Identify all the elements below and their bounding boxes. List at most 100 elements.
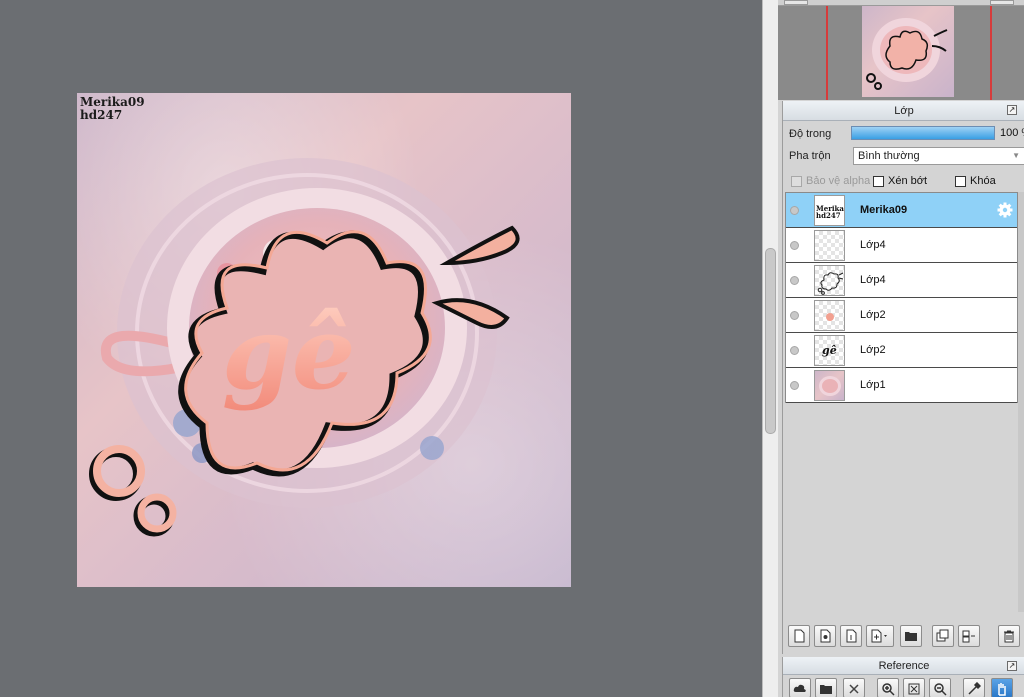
- navigator-panel[interactable]: [778, 0, 1024, 100]
- clipping-checkbox[interactable]: Xén bớt: [873, 174, 927, 188]
- navigator-preview[interactable]: [862, 6, 954, 97]
- new-halftone-layer-button[interactable]: [814, 625, 836, 647]
- layer-thumbnail: [814, 230, 845, 261]
- layer-thumbnail: [814, 370, 845, 401]
- layer-name[interactable]: Lớp2: [860, 309, 886, 321]
- checkbox-box[interactable]: [955, 175, 966, 187]
- zoom-out-button[interactable]: [929, 678, 951, 697]
- blend-mode-label: Pha trộn: [789, 150, 831, 162]
- visibility-toggle-icon[interactable]: [790, 346, 799, 355]
- layer-thumb-color-image: [826, 313, 834, 321]
- reference-panel-title: Reference ↗: [783, 657, 1024, 675]
- canvas-vertical-scrollbar[interactable]: [762, 0, 778, 697]
- layer-row-lop4[interactable]: Lớp4: [786, 228, 1017, 263]
- add-layer-menu-button[interactable]: [866, 625, 894, 647]
- layer-name[interactable]: Lớp1: [860, 379, 886, 391]
- layer-thumb-text: gê: [822, 344, 837, 357]
- right-panel: Lớp ↗ Độ trong 100 % Pha trộn Bình thườn…: [778, 0, 1024, 697]
- layer-row-lop2-color[interactable]: Lớp2: [786, 298, 1017, 333]
- checkbox-box[interactable]: [873, 175, 884, 187]
- navigator-frame-left: [826, 6, 828, 100]
- layer-row-lop4-outline[interactable]: Lớp4: [786, 263, 1017, 298]
- clipping-label: Xén bớt: [888, 175, 928, 187]
- layer-name[interactable]: Lớp4: [860, 274, 886, 286]
- navigator-tab[interactable]: [784, 0, 808, 5]
- new-layer-button[interactable]: [788, 625, 810, 647]
- open-reference-button[interactable]: [815, 678, 837, 697]
- delete-layer-button[interactable]: [998, 625, 1020, 647]
- new-layer-icon: [794, 629, 805, 643]
- upload-reference-button[interactable]: [789, 678, 811, 697]
- opacity-slider[interactable]: [851, 126, 995, 140]
- zoom-in-button[interactable]: [877, 678, 899, 697]
- protect-alpha-label: Bảo vệ alpha: [806, 175, 871, 187]
- reference-panel: Reference ↗: [782, 657, 1024, 697]
- new-folder-button[interactable]: [900, 625, 922, 647]
- delete-layer-icon: [1004, 630, 1014, 643]
- close-icon: [849, 684, 859, 694]
- visibility-toggle-icon[interactable]: [790, 311, 799, 320]
- artwork-canvas[interactable]: gê Merika09 hd247: [77, 93, 571, 587]
- layer-row-lop2-text[interactable]: gê Lớp2: [786, 333, 1017, 368]
- layer-thumb-text-2: hd247: [816, 211, 841, 220]
- hand-icon: [998, 683, 1006, 696]
- layer-list[interactable]: Merika09 hd247 Merika09 L: [785, 192, 1018, 403]
- eyedropper-icon: [968, 682, 981, 695]
- fit-icon: [908, 683, 920, 695]
- new-1bit-layer-button[interactable]: [840, 625, 862, 647]
- opacity-value: 100 %: [1000, 127, 1024, 139]
- watermark-text: Merika09 hd247: [80, 96, 145, 122]
- layer-list-scrollbar[interactable]: [1018, 192, 1024, 612]
- cloud-upload-icon: [793, 684, 806, 692]
- new-halftone-layer-icon: [820, 629, 831, 643]
- layer-row-merika09[interactable]: Merika09 hd247 Merika09: [786, 193, 1017, 228]
- panel-pin-icon[interactable]: ↗: [1007, 105, 1017, 115]
- close-reference-button[interactable]: [843, 678, 865, 697]
- layer-row-lop1[interactable]: Lớp1: [786, 368, 1017, 403]
- lock-label: Khóa: [970, 175, 996, 187]
- layer-name[interactable]: Lớp4: [860, 239, 886, 251]
- layer-thumb-photo-image: [819, 376, 841, 396]
- layer-thumb-outline-image: [817, 272, 844, 295]
- zoom-in-icon: [882, 683, 895, 696]
- opacity-label: Độ trong: [789, 128, 832, 140]
- panel-pin-icon[interactable]: ↗: [1007, 661, 1017, 671]
- reference-panel-title-text: Reference: [878, 660, 930, 672]
- navigator-tab[interactable]: [990, 0, 1014, 5]
- layer-name[interactable]: Merika09: [860, 204, 907, 216]
- checkbox-box[interactable]: [791, 175, 802, 187]
- artwork-illustration: gê: [89, 158, 520, 537]
- blend-mode-select[interactable]: Bình thường ▼: [853, 147, 1024, 165]
- layer-panel: Lớp ↗ Độ trong 100 % Pha trộn Bình thườn…: [782, 101, 1024, 654]
- add-layer-menu-icon: [871, 629, 887, 643]
- layer-thumbnail: Merika09 hd247: [814, 195, 845, 226]
- navigator-frame-right: [990, 6, 992, 100]
- blend-mode-value: Bình thường: [858, 150, 920, 162]
- merge-down-button[interactable]: [958, 625, 980, 647]
- fit-view-button[interactable]: [903, 678, 925, 697]
- protect-alpha-checkbox[interactable]: Bảo vệ alpha: [791, 174, 870, 188]
- open-folder-icon: [820, 685, 832, 694]
- duplicate-layer-button[interactable]: [932, 625, 954, 647]
- layer-name[interactable]: Lớp2: [860, 344, 886, 356]
- visibility-toggle-icon[interactable]: [790, 206, 799, 215]
- canvas-scroll-thumb[interactable]: [765, 248, 776, 434]
- eyedropper-button[interactable]: [963, 678, 985, 697]
- lock-checkbox[interactable]: Khóa: [955, 174, 996, 188]
- visibility-toggle-icon[interactable]: [790, 276, 799, 285]
- layer-thumbnail: [814, 265, 845, 296]
- gear-icon[interactable]: [997, 202, 1013, 218]
- layer-panel-title: Lớp ↗: [783, 101, 1024, 121]
- new-folder-icon: [905, 632, 917, 641]
- layer-thumbnail: [814, 300, 845, 331]
- reference-toolbar: [787, 678, 1024, 697]
- visibility-toggle-icon[interactable]: [790, 381, 799, 390]
- layer-toolbar: [782, 625, 1024, 651]
- canvas-area[interactable]: gê Merika09 hd247: [0, 0, 762, 697]
- new-1bit-layer-icon: [846, 629, 857, 643]
- hand-tool-button[interactable]: [991, 678, 1013, 697]
- duplicate-layer-icon: [936, 629, 949, 642]
- chevron-down-icon: ▼: [1012, 151, 1020, 160]
- visibility-toggle-icon[interactable]: [790, 241, 799, 250]
- zoom-out-icon: [934, 683, 947, 696]
